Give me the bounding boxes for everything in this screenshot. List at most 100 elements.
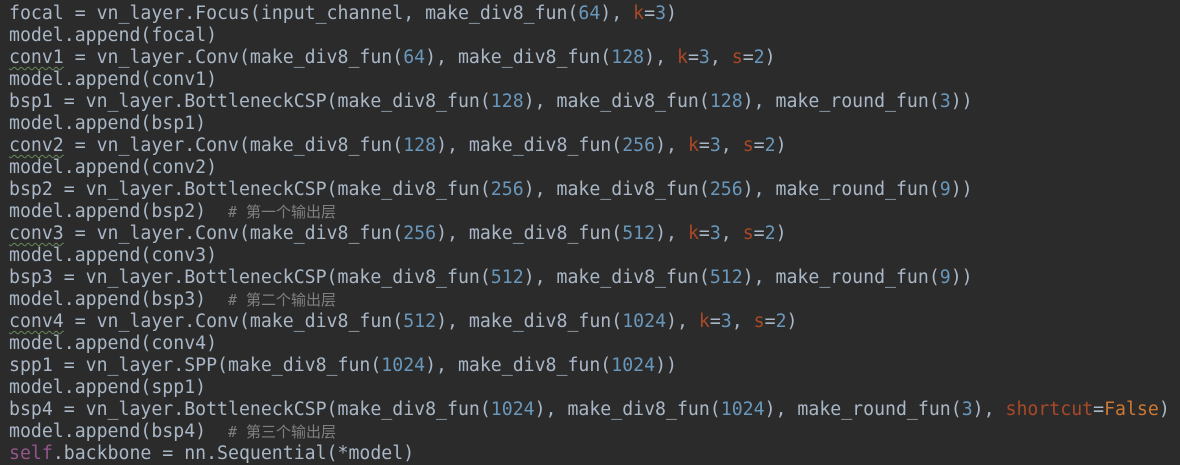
code-token: 3 [709, 223, 721, 244]
code-token: ), make_div8_fun( [425, 355, 612, 376]
code-token: ), make_div8_fun( [436, 311, 623, 332]
code-token: ), make_div8_fun( [523, 179, 710, 200]
code-token: ), [644, 47, 677, 68]
code-token: bsp4 = vn_layer.BottleneckCSP(make_div8_… [9, 399, 491, 420]
code-token: , [709, 47, 732, 68]
code-line[interactable]: bsp2 = vn_layer.BottleneckCSP(make_div8_… [9, 179, 1180, 201]
code-token: = [764, 311, 776, 332]
code-token: s [742, 135, 754, 156]
code-token: = [742, 47, 754, 68]
code-token: k [687, 135, 699, 156]
code-token: 512 [403, 311, 437, 332]
code-token: 1024 [490, 399, 535, 420]
code-token: 64 [578, 3, 601, 24]
code-token: 2 [764, 135, 776, 156]
code-token: ), [600, 3, 634, 24]
code-token: k [698, 311, 710, 332]
code-token: )) [950, 267, 973, 288]
code-line[interactable]: bsp4 = vn_layer.BottleneckCSP(make_div8_… [9, 399, 1180, 421]
code-token: model.append(spp1) [9, 377, 207, 398]
code-line[interactable]: bsp1 = vn_layer.BottleneckCSP(make_div8_… [9, 91, 1180, 113]
code-token: 128 [611, 47, 645, 68]
code-token: self [9, 443, 53, 464]
code-token: model.append(conv1) [9, 69, 218, 90]
code-line[interactable]: model.append(conv3) [9, 245, 1180, 267]
code-token: 512 [622, 223, 656, 244]
code-line[interactable]: self.backbone = nn.Sequential(*model) [9, 443, 1180, 465]
code-token: 2 [764, 223, 776, 244]
code-token: 128 [709, 91, 743, 112]
code-token: s [742, 223, 754, 244]
code-line[interactable]: model.append(bsp1) [9, 113, 1180, 135]
code-line[interactable]: conv4 = vn_layer.Conv(make_div8_fun(512)… [9, 311, 1180, 333]
code-token: ), make_round_fun( [742, 267, 940, 288]
code-token: spp1 = vn_layer.SPP(make_div8_fun( [9, 355, 382, 376]
code-token: , [731, 311, 754, 332]
code-token: k [687, 223, 699, 244]
code-token: conv4 [9, 311, 64, 332]
code-token: model.append(bsp2) [9, 201, 228, 222]
code-line[interactable]: conv3 = vn_layer.Conv(make_div8_fun(256)… [9, 223, 1180, 245]
code-token: 3 [655, 3, 667, 24]
code-token: False [1104, 399, 1159, 420]
code-line[interactable]: bsp3 = vn_layer.BottleneckCSP(make_div8_… [9, 267, 1180, 289]
code-token: ), [666, 311, 699, 332]
code-line[interactable]: model.append(bsp2) # 第一个输出层 [9, 201, 1180, 223]
code-line[interactable]: model.append(conv4) [9, 333, 1180, 355]
code-line[interactable]: model.append(bsp3) # 第二个输出层 [9, 289, 1180, 311]
code-token: = [709, 311, 721, 332]
code-token: s [731, 47, 743, 68]
code-token: 1024 [611, 355, 656, 376]
code-token: ), make_round_fun( [764, 399, 962, 420]
code-token: 128 [403, 135, 437, 156]
code-token: ) [1158, 399, 1170, 420]
code-token: ) [764, 47, 776, 68]
code-comment: # 第三个输出层 [228, 423, 337, 441]
code-line[interactable]: model.append(focal) [9, 25, 1180, 47]
code-token: = [687, 47, 699, 68]
code-token: 9 [939, 267, 951, 288]
code-token: 3 [709, 135, 721, 156]
code-token: 3 [939, 91, 951, 112]
code-line[interactable]: model.append(conv2) [9, 157, 1180, 179]
code-line[interactable]: conv2 = vn_layer.Conv(make_div8_fun(128)… [9, 135, 1180, 157]
code-token: s [753, 311, 765, 332]
code-token: 2 [753, 47, 765, 68]
code-token: 2 [775, 311, 787, 332]
code-token: ), [972, 399, 1006, 420]
code-line[interactable]: conv1 = vn_layer.Conv(make_div8_fun(64),… [9, 47, 1180, 69]
code-token: = vn_layer.Conv(make_div8_fun( [63, 311, 404, 332]
code-token: ), [655, 135, 688, 156]
code-token: 3 [698, 47, 710, 68]
code-comment: # 第一个输出层 [228, 203, 337, 221]
code-editor[interactable]: focal = vn_layer.Focus(input_channel, ma… [0, 0, 1180, 465]
code-token: ), make_round_fun( [742, 179, 940, 200]
code-token: = [753, 135, 765, 156]
code-token: = [1093, 399, 1105, 420]
code-line[interactable]: model.append(conv1) [9, 69, 1180, 91]
code-token: 64 [403, 47, 426, 68]
code-token: 1024 [720, 399, 765, 420]
code-token: shortcut [1005, 399, 1094, 420]
code-token: ) [775, 135, 787, 156]
code-token: model.append(bsp1) [9, 113, 207, 134]
code-token: , [720, 223, 743, 244]
code-token: = [698, 135, 710, 156]
code-token: model.append(bsp4) [9, 421, 228, 442]
code-line[interactable]: model.append(bsp4) # 第三个输出层 [9, 421, 1180, 443]
code-line[interactable]: model.append(spp1) [9, 377, 1180, 399]
code-token: ), make_round_fun( [742, 91, 940, 112]
code-token: , [720, 135, 743, 156]
code-token: model.append(bsp3) [9, 289, 228, 310]
code-token: = vn_layer.Conv(make_div8_fun( [63, 223, 404, 244]
code-line[interactable]: focal = vn_layer.Focus(input_channel, ma… [9, 3, 1180, 25]
code-token: 3 [961, 399, 973, 420]
code-token: 9 [939, 179, 951, 200]
code-token: ), make_div8_fun( [534, 399, 721, 420]
code-token: 256 [490, 179, 524, 200]
code-token: = [698, 223, 710, 244]
code-line[interactable]: spp1 = vn_layer.SPP(make_div8_fun( 1024),… [9, 355, 1180, 377]
code-token: = [644, 3, 656, 24]
code-token: conv1 [9, 47, 64, 68]
code-token: bsp1 = vn_layer.BottleneckCSP(make_div8_… [9, 91, 491, 112]
